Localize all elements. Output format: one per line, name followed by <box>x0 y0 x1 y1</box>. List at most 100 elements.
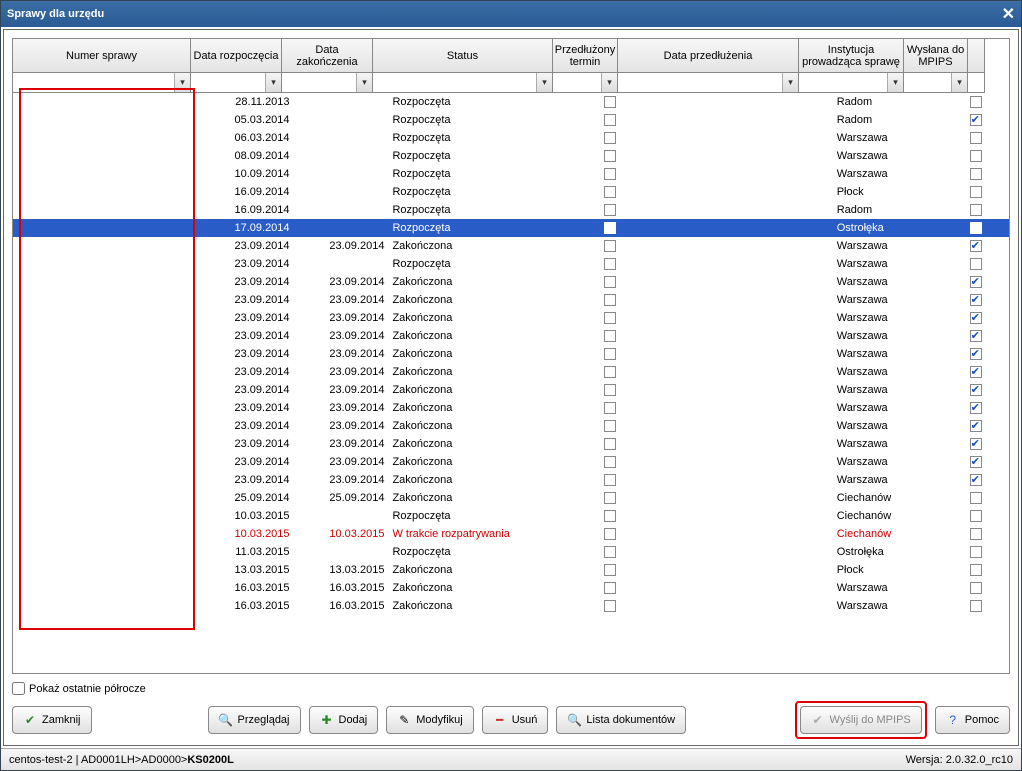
table-row[interactable]: 23.09.201423.09.2014ZakończonaWarszawa <box>13 399 1009 417</box>
checkbox-cell[interactable] <box>970 546 982 558</box>
documents-button[interactable]: 🔍Lista dokumentów <box>556 706 686 734</box>
chevron-down-icon[interactable] <box>951 73 967 92</box>
filter-status[interactable] <box>373 73 553 93</box>
checkbox-cell[interactable] <box>604 456 616 468</box>
col-header-start[interactable]: Data rozpoczęcia <box>191 39 282 73</box>
table-row[interactable]: 23.09.201423.09.2014ZakończonaWarszawa <box>13 471 1009 489</box>
checkbox-cell[interactable] <box>970 114 982 126</box>
table-row[interactable]: 23.09.201423.09.2014ZakończonaWarszawa <box>13 327 1009 345</box>
checkbox-cell[interactable] <box>604 348 616 360</box>
checkbox-cell[interactable] <box>604 222 616 234</box>
chevron-down-icon[interactable] <box>887 73 903 92</box>
checkbox-cell[interactable] <box>604 564 616 576</box>
checkbox-cell[interactable] <box>970 186 982 198</box>
checkbox-cell[interactable] <box>604 420 616 432</box>
table-row[interactable]: 23.09.201423.09.2014ZakończonaWarszawa <box>13 291 1009 309</box>
col-header-institution[interactable]: Instytucja prowadząca sprawę <box>799 39 904 73</box>
checkbox-cell[interactable] <box>604 582 616 594</box>
checkbox-cell[interactable] <box>970 456 982 468</box>
chevron-down-icon[interactable] <box>174 73 190 92</box>
checkbox-cell[interactable] <box>604 258 616 270</box>
checkbox-cell[interactable] <box>604 132 616 144</box>
checkbox-cell[interactable] <box>604 150 616 162</box>
checkbox-cell[interactable] <box>970 492 982 504</box>
add-button[interactable]: ✚Dodaj <box>309 706 379 734</box>
table-row[interactable]: 16.03.201516.03.2015ZakończonaWarszawa <box>13 597 1009 615</box>
checkbox-cell[interactable] <box>604 96 616 108</box>
checkbox-cell[interactable] <box>970 564 982 576</box>
col-header-status[interactable]: Status <box>373 39 553 73</box>
table-row[interactable]: 23.09.201423.09.2014ZakończonaWarszawa <box>13 237 1009 255</box>
checkbox-cell[interactable] <box>604 330 616 342</box>
checkbox-cell[interactable] <box>604 204 616 216</box>
table-row[interactable]: 23.09.201423.09.2014ZakończonaWarszawa <box>13 417 1009 435</box>
checkbox-cell[interactable] <box>970 402 982 414</box>
table-row[interactable]: 10.03.2015RozpoczętaCiechanów <box>13 507 1009 525</box>
checkbox-cell[interactable] <box>604 186 616 198</box>
table-row[interactable]: 05.03.2014RozpoczętaRadom <box>13 111 1009 129</box>
checkbox-cell[interactable] <box>604 114 616 126</box>
close-button[interactable]: ✔Zamknij <box>12 706 92 734</box>
checkbox-cell[interactable] <box>970 582 982 594</box>
checkbox-cell[interactable] <box>970 474 982 486</box>
checkbox-cell[interactable] <box>604 168 616 180</box>
table-row[interactable]: 23.09.201423.09.2014ZakończonaWarszawa <box>13 309 1009 327</box>
col-header-extended[interactable]: Przedłużony termin <box>553 39 618 73</box>
checkbox-cell[interactable] <box>604 510 616 522</box>
chevron-down-icon[interactable] <box>601 73 617 92</box>
table-row[interactable]: 17.09.2014RozpoczętaOstrołęka <box>13 219 1009 237</box>
checkbox-cell[interactable] <box>604 240 616 252</box>
checkbox-cell[interactable] <box>604 546 616 558</box>
chevron-down-icon[interactable] <box>782 73 798 92</box>
checkbox-cell[interactable] <box>970 312 982 324</box>
table-row[interactable]: 11.03.2015RozpoczętaOstrołęka <box>13 543 1009 561</box>
checkbox-cell[interactable] <box>970 240 982 252</box>
table-row[interactable]: 23.09.201423.09.2014ZakończonaWarszawa <box>13 345 1009 363</box>
checkbox-cell[interactable] <box>970 294 982 306</box>
table-row[interactable]: 10.03.201510.03.2015W trakcie rozpatrywa… <box>13 525 1009 543</box>
table-row[interactable]: 23.09.201423.09.2014ZakończonaWarszawa <box>13 363 1009 381</box>
table-row[interactable]: 25.09.201425.09.2014ZakończonaCiechanów <box>13 489 1009 507</box>
checkbox-cell[interactable] <box>970 528 982 540</box>
checkbox-cell[interactable] <box>604 366 616 378</box>
filter-end[interactable] <box>282 73 373 93</box>
filter-start[interactable] <box>191 73 282 93</box>
table-row[interactable]: 28.11.2013RozpoczętaRadom <box>13 93 1009 111</box>
col-header-extdate[interactable]: Data przedłużenia <box>618 39 799 73</box>
filter-ext[interactable] <box>553 73 618 93</box>
checkbox-cell[interactable] <box>604 312 616 324</box>
checkbox-cell[interactable] <box>604 402 616 414</box>
filter-extdate[interactable] <box>618 73 799 93</box>
checkbox-cell[interactable] <box>970 150 982 162</box>
table-row[interactable]: 23.09.201423.09.2014ZakończonaWarszawa <box>13 435 1009 453</box>
checkbox-cell[interactable] <box>970 330 982 342</box>
modify-button[interactable]: ✎Modyfikuj <box>386 706 473 734</box>
checkbox-cell[interactable] <box>970 438 982 450</box>
table-row[interactable]: 23.09.201423.09.2014ZakończonaWarszawa <box>13 453 1009 471</box>
checkbox-cell[interactable] <box>604 438 616 450</box>
checkbox-cell[interactable] <box>604 384 616 396</box>
checkbox-cell[interactable] <box>604 294 616 306</box>
table-row[interactable]: 06.03.2014RozpoczętaWarszawa <box>13 129 1009 147</box>
filter-inst[interactable] <box>799 73 904 93</box>
checkbox-cell[interactable] <box>604 276 616 288</box>
checkbox-cell[interactable] <box>970 420 982 432</box>
help-button[interactable]: ?Pomoc <box>935 706 1010 734</box>
checkbox-cell[interactable] <box>604 474 616 486</box>
table-row[interactable]: 23.09.201423.09.2014ZakończonaWarszawa <box>13 381 1009 399</box>
filter-number[interactable] <box>13 73 191 93</box>
table-row[interactable]: 08.09.2014RozpoczętaWarszawa <box>13 147 1009 165</box>
table-row[interactable]: 16.09.2014RozpoczętaRadom <box>13 201 1009 219</box>
checkbox-cell[interactable] <box>970 258 982 270</box>
browse-button[interactable]: 🔍Przeglądaj <box>208 706 301 734</box>
checkbox-cell[interactable] <box>970 510 982 522</box>
table-row[interactable]: 16.03.201516.03.2015ZakończonaWarszawa <box>13 579 1009 597</box>
col-header-sent[interactable]: Wysłana do MPIPS <box>904 39 968 73</box>
table-row[interactable]: 13.03.201513.03.2015ZakończonaPłock <box>13 561 1009 579</box>
checkbox-cell[interactable] <box>604 528 616 540</box>
checkbox-cell[interactable] <box>970 168 982 180</box>
checkbox-cell[interactable] <box>970 600 982 612</box>
col-header-end[interactable]: Data zakończenia <box>282 39 373 73</box>
checkbox-cell[interactable] <box>970 132 982 144</box>
checkbox-cell[interactable] <box>970 204 982 216</box>
